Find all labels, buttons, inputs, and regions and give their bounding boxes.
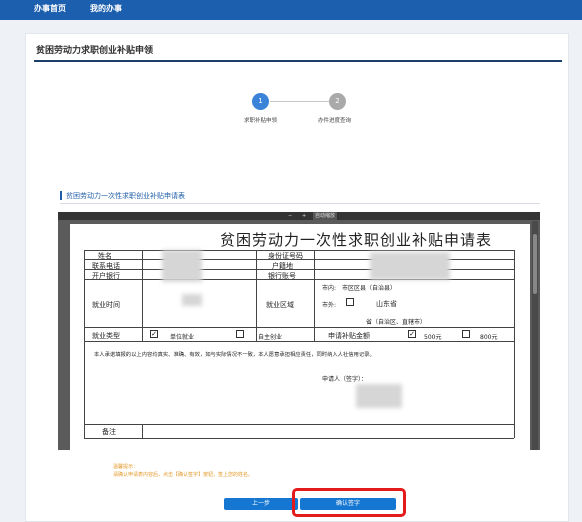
step-2-circle: 2 <box>329 93 346 110</box>
step-1-circle: 1 <box>252 93 269 110</box>
pdf-viewer[interactable]: − + 自动缩放 贫困劳动力一次性求职创业补贴申请表 姓名 身份证号码 联系电话… <box>58 212 540 450</box>
highlight-box <box>292 488 406 517</box>
grid-line <box>256 250 257 341</box>
section-accent-bar <box>60 191 62 200</box>
commitment-statement: 本人承诺填报的以上内容均真实、准确、有效，如与实际情况不一致，本人愿意承担相应责… <box>94 352 375 358</box>
grid-line <box>142 424 143 438</box>
label-phone: 联系电话 <box>92 262 120 270</box>
zoom-select[interactable]: 自动缩放 <box>313 212 338 220</box>
top-nav: 办事首页 我的办事 <box>0 0 582 20</box>
grid-line <box>84 424 514 425</box>
prev-step-button[interactable]: 上一步 <box>224 498 298 510</box>
area-out-city-value: 山东省 <box>376 300 397 308</box>
redacted-info <box>370 252 450 280</box>
amount-800-checkbox <box>462 330 470 338</box>
signature-label: 申请人（签字）： <box>322 376 368 383</box>
pdf-toolbar: − + 自动缩放 <box>58 212 540 220</box>
grid-line <box>84 250 85 438</box>
grid-line <box>142 250 143 341</box>
form-title: 贫困劳动力一次性求职创业补贴申请表 <box>220 231 493 249</box>
section-divider <box>60 203 540 204</box>
step-2-label: 办件进度查询 <box>318 118 352 124</box>
label-id-number: 身份证号码 <box>268 252 303 260</box>
redacted-info <box>182 294 202 306</box>
employment-type-unit-checkbox: ✓ <box>150 330 158 338</box>
grid-line <box>314 250 315 341</box>
grid-line <box>84 438 514 439</box>
grid-line <box>84 327 514 328</box>
grid-line <box>514 250 515 438</box>
stepper-line <box>270 101 337 102</box>
pdf-page: 贫困劳动力一次性求职创业补贴申请表 姓名 身份证号码 联系电话 户籍地 开户银行… <box>70 224 530 450</box>
amount-500-checkbox: ✓ <box>408 330 416 338</box>
label-remark: 备注 <box>102 428 116 436</box>
employment-type-self-checkbox <box>236 330 244 338</box>
label-employment-time: 就业时间 <box>92 301 120 309</box>
area-out-city-checkbox <box>346 298 354 306</box>
area-in-city-label: 市内: <box>322 285 337 292</box>
page-title: 贫困劳动力求职创业补贴申领 <box>36 46 154 56</box>
area-in-city-value: 市区区县（自治县） <box>342 285 397 292</box>
nav-item-home[interactable]: 办事首页 <box>34 3 66 14</box>
section-title: 贫困劳动力一次性求职创业补贴申请表 <box>66 192 185 200</box>
grid-line <box>84 341 514 342</box>
label-account: 银行账号 <box>268 272 296 280</box>
amount-800-label: 800元 <box>480 334 498 341</box>
label-employment-type: 就业类型 <box>92 332 120 340</box>
redacted-info <box>162 250 202 282</box>
hint-text: 请确认申请表内容后，点击【确认签字】按钮，签上您的姓名。 <box>113 472 254 478</box>
label-amount: 申请补贴金额 <box>328 332 370 340</box>
area-out-city-label: 市外: <box>322 302 337 309</box>
step-1-label: 求职补贴申领 <box>244 118 278 124</box>
redacted-signature <box>356 384 402 408</box>
label-name: 姓名 <box>98 252 112 260</box>
pdf-scrollbar-thumb[interactable] <box>533 234 537 294</box>
label-employment-area: 就业区域 <box>266 301 294 309</box>
title-divider <box>34 60 562 62</box>
zoom-out-button[interactable]: − <box>288 212 292 220</box>
zoom-in-button[interactable]: + <box>302 212 306 220</box>
amount-500-label: 500元 <box>424 334 442 341</box>
label-bank: 开户银行 <box>92 272 120 280</box>
nav-item-my-affairs[interactable]: 我的办事 <box>90 3 122 14</box>
employment-type-self-label: 自主创业 <box>258 334 283 341</box>
label-household: 户籍地 <box>272 262 293 270</box>
hint-title: 温馨提示： <box>113 464 139 470</box>
employment-type-unit-label: 单位就业 <box>170 334 195 341</box>
area-province-line: 省（自治区、直辖市） <box>366 319 427 326</box>
